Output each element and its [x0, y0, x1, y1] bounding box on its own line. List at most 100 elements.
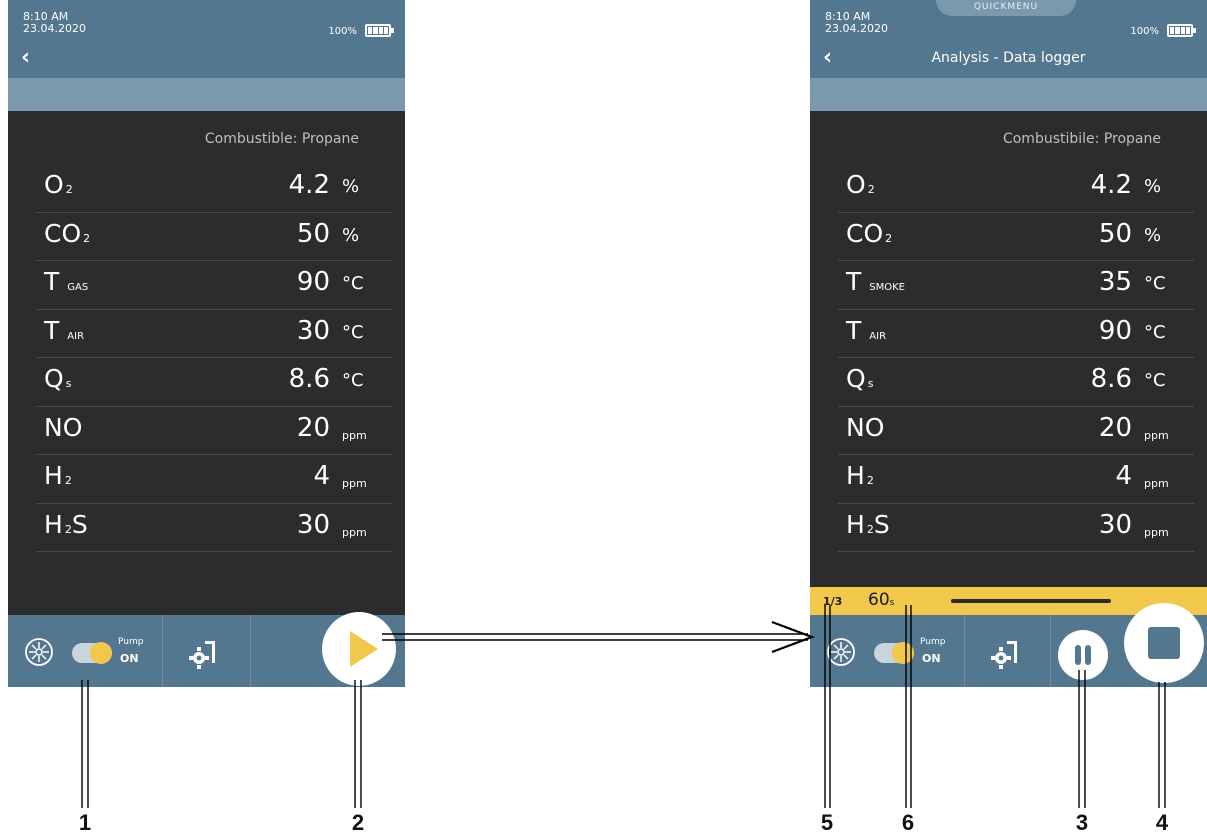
bottom-toolbar: Pump ON — [810, 603, 1207, 687]
callout-3: 3 — [1075, 810, 1089, 835]
measurement-value: 50 — [296, 218, 330, 249]
measurement-row-co2: CO 2 50 % — [838, 213, 1194, 261]
toolbar-divider — [162, 615, 163, 687]
param-subscript: 2 — [866, 522, 874, 536]
measurement-value: 90 — [1098, 315, 1132, 346]
measurement-row-qs: Qs 8.6 °C — [838, 358, 1194, 407]
measurement-value: 4.2 — [1090, 170, 1132, 200]
timer-progress-bar — [951, 599, 1111, 603]
callout-6: 6 — [901, 810, 915, 835]
measurement-value: 8.6 — [1090, 364, 1132, 394]
measurement-row-qs: Qs 8.6 °C — [36, 358, 392, 407]
battery-icon — [1167, 24, 1196, 37]
measurement-unit: °C — [342, 321, 364, 343]
toolbar-divider — [964, 615, 965, 687]
measurement-row-t-air: T AIR 30 °C — [36, 310, 392, 358]
param-name: O — [44, 170, 64, 199]
param-name-tail: S — [71, 509, 88, 539]
callout-2: 2 — [351, 810, 365, 835]
callout-1: 1 — [78, 810, 92, 835]
measurement-row-h2s: H 2S 30 ppm — [36, 504, 392, 552]
param-name: Q — [846, 364, 866, 393]
param-name: Q — [44, 364, 64, 393]
measurement-value: 50 — [1098, 218, 1132, 249]
toolbar-divider — [1050, 615, 1051, 687]
measurement-unit: °C — [1144, 370, 1166, 391]
measurement-value: 30 — [296, 315, 330, 346]
param-subscript: s — [65, 377, 72, 390]
pump-fan-icon — [25, 638, 53, 666]
measurement-value: 90 — [296, 267, 330, 297]
sub-header-bar — [8, 78, 405, 111]
measurement-unit: % — [342, 176, 360, 197]
measurement-row-t-air: T AIR 90 °C — [838, 310, 1194, 358]
fuel-label: Combustible: Propane — [204, 131, 359, 147]
measurement-value: 30 — [296, 509, 330, 540]
measurement-unit: °C — [342, 273, 364, 294]
sub-header-bar — [810, 78, 1207, 111]
measurement-list: O2 4.2 % CO 2 50 % T SMOKE 35 °C T AIR 90 °… — [838, 164, 1194, 552]
measurement-row-h2s: H 2S 30 ppm — [838, 504, 1194, 552]
param-name: H — [44, 509, 63, 539]
measurement-unit: % — [1144, 224, 1162, 246]
back-arrow-icon[interactable]: ‹ — [21, 47, 30, 69]
quickmenu-tab[interactable]: QUICKMENU — [936, 0, 1076, 16]
measurement-row-no: NO 20 ppm — [838, 407, 1194, 455]
clock-date: 23.04.2020 — [825, 22, 888, 35]
stop-icon — [1148, 627, 1180, 659]
param-name-tail: S — [873, 509, 890, 539]
measurement-row-co2: CO 2 50 % — [36, 213, 392, 261]
param-subscript: 2 — [866, 474, 874, 487]
param-name: T — [846, 315, 862, 345]
probe-settings-icon[interactable] — [186, 635, 222, 671]
clock-date: 23.04.2020 — [23, 22, 86, 35]
measurement-row-o2: O2 4.2 % — [838, 164, 1194, 213]
measurement-unit: ppm — [1144, 428, 1169, 442]
param-subscript: 2 — [83, 231, 91, 245]
param-name: O — [846, 170, 866, 199]
measurement-value: 35 — [1098, 267, 1132, 297]
param-subscript: GAS — [67, 282, 89, 293]
bottom-toolbar: Pump ON — [8, 612, 405, 687]
param-name: H — [846, 461, 865, 490]
start-analysis-button[interactable] — [322, 612, 396, 686]
play-icon — [350, 631, 378, 667]
callout-4: 4 — [1155, 810, 1169, 835]
probe-settings-icon[interactable] — [988, 635, 1024, 671]
param-subscript: AIR — [67, 330, 85, 342]
status-bar: QUICKMENU 8:10 AM 23.04.2020 100% ‹ Anal… — [810, 0, 1207, 78]
measurement-row-t-smoke: T SMOKE 35 °C — [838, 261, 1194, 310]
param-subscript: s — [867, 377, 874, 390]
measurement-row-o2: O2 4.2 % — [36, 164, 392, 213]
measurement-value: 30 — [1098, 509, 1132, 540]
battery-percent: 100% — [1130, 26, 1159, 37]
param-subscript: 2 — [64, 474, 72, 487]
pump-toggle[interactable] — [874, 642, 914, 664]
battery-icon — [365, 24, 394, 37]
param-name: NO — [846, 412, 885, 442]
status-bar: 8:10 AM 23.04.2020 100% ‹ — [8, 0, 405, 78]
param-subscript: 2 — [867, 183, 875, 196]
measurement-list: O2 4.2 % CO 2 50 % T GAS 90 °C T AIR 30 °C … — [36, 164, 392, 552]
measurement-row-h2: H2 4 ppm — [36, 455, 392, 504]
toolbar-divider — [250, 615, 251, 687]
fuel-label: Combustibile: Propane — [1002, 131, 1161, 147]
measurement-value: 20 — [296, 412, 330, 443]
param-name: NO — [44, 412, 83, 442]
measurement-unit: °C — [1144, 273, 1166, 294]
measurement-unit: ppm — [342, 428, 367, 442]
pump-toggle[interactable] — [72, 642, 112, 664]
measurement-unit: % — [1144, 176, 1162, 197]
param-name: T — [44, 267, 60, 296]
measurement-unit: ppm — [342, 477, 367, 490]
pause-button[interactable] — [1058, 630, 1108, 680]
param-subscript: AIR — [869, 330, 887, 342]
measurement-value: 4 — [313, 461, 330, 491]
callout-5: 5 — [820, 810, 834, 835]
pause-icon — [1075, 645, 1091, 665]
param-name: CO — [44, 218, 82, 248]
param-subscript: 2 — [65, 183, 73, 196]
pump-label: Pump — [920, 637, 946, 647]
measurement-row-no: NO 20 ppm — [36, 407, 392, 455]
stop-button[interactable] — [1124, 603, 1204, 683]
